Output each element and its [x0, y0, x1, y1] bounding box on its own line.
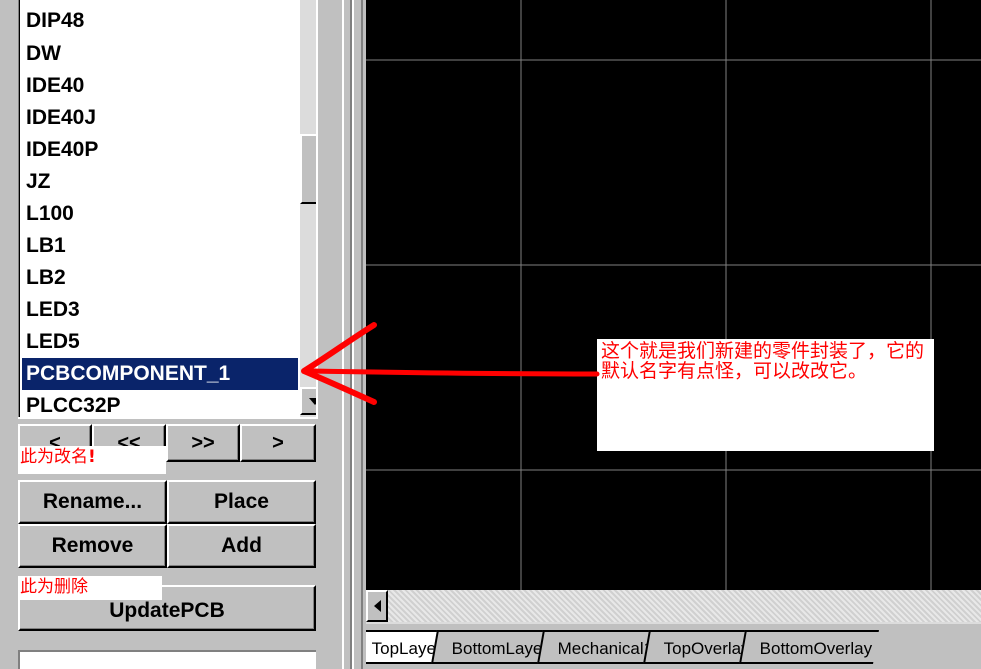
rename-note: 此为改名! [18, 446, 166, 474]
scroll-track[interactable] [388, 590, 981, 622]
tab-bottomoverlay[interactable]: BottomOverlay [738, 630, 880, 664]
list-item[interactable]: LED3 [22, 294, 298, 326]
remove-button[interactable]: Remove [18, 524, 167, 568]
panel-splitter[interactable] [342, 0, 364, 669]
scroll-thumb[interactable] [300, 134, 316, 204]
remove-note: 此为删除 [18, 576, 162, 600]
horizontal-scrollbar[interactable] [366, 590, 981, 624]
last-button[interactable]: > [240, 424, 316, 462]
list-item[interactable]: LB2 [22, 262, 298, 294]
rename-button[interactable]: Rename... [18, 480, 167, 524]
add-button[interactable]: Add [167, 524, 316, 568]
tab-label: Mechanical1 [557, 639, 654, 658]
tab-label: BottomLayer [451, 639, 548, 658]
list-item[interactable]: DIP48 [22, 0, 298, 38]
component-list[interactable]: DIP48 DW IDE40 IDE40J IDE40P JZ L100 LB1 LB2 LED3… [22, 0, 298, 417]
scroll-down-button[interactable] [300, 387, 316, 415]
list-item[interactable]: PLCC32P [22, 390, 298, 417]
next-button[interactable]: >> [166, 424, 240, 462]
grid-lines [366, 0, 981, 590]
list-item[interactable]: LED5 [22, 326, 298, 358]
status-field [18, 650, 316, 669]
scroll-left-button[interactable] [366, 590, 388, 622]
tab-label: BottomOverlay [759, 639, 872, 658]
rename-note-text: 此为改名 [20, 447, 88, 467]
list-item[interactable]: JZ [22, 166, 298, 198]
triangle-down-icon [309, 397, 316, 405]
triangle-left-icon [373, 600, 381, 612]
place-button[interactable]: Place [167, 480, 316, 524]
list-item[interactable]: IDE40 [22, 70, 298, 102]
component-note: 这个就是我们新建的零件封装了，它的默认名字有点怪，可以改改它。 [597, 339, 934, 451]
list-item-selected[interactable]: PCBCOMPONENT_1 [22, 358, 298, 390]
library-panel: DIP48 DW IDE40 IDE40J IDE40P JZ L100 LB1 LB2 LED3… [0, 0, 342, 669]
list-scrollbar[interactable] [300, 0, 316, 417]
list-item[interactable]: L100 [22, 198, 298, 230]
list-item[interactable]: IDE40P [22, 134, 298, 166]
tab-bottomlayer[interactable]: BottomLayer [430, 630, 556, 664]
list-item[interactable]: IDE40J [22, 102, 298, 134]
tab-label: TopOverlay [663, 639, 750, 658]
layer-tab-bar: TopLayer BottomLayer Mechanical1 TopOverlay… [366, 624, 981, 669]
tab-mechanical1[interactable]: Mechanical1 [537, 630, 661, 664]
rename-note-mark: ! [88, 447, 96, 467]
list-item[interactable]: LB1 [22, 230, 298, 262]
list-item[interactable]: DW [22, 38, 298, 70]
pcb-editor-canvas[interactable] [366, 0, 981, 590]
component-list-box: DIP48 DW IDE40 IDE40J IDE40P JZ L100 LB1 LB2 LED3… [18, 0, 318, 419]
